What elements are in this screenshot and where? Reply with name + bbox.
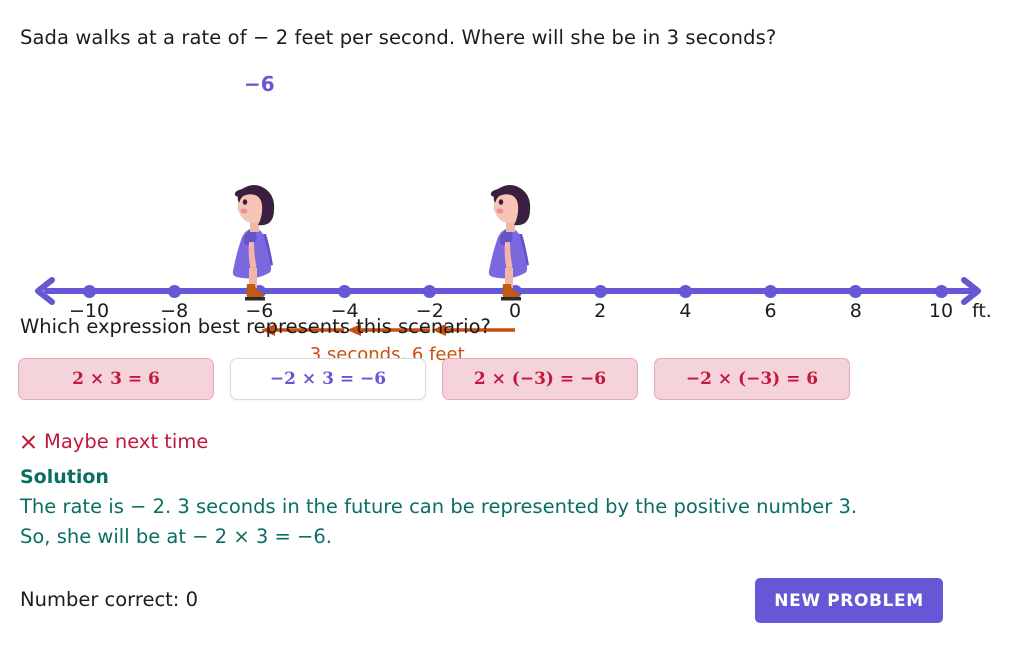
answer-choice-1[interactable]: 2 × 3 = 6: [18, 358, 214, 400]
feedback-text: Maybe next time: [44, 430, 209, 453]
tick-label: 6: [764, 300, 777, 322]
number-line-unit-label: ft.: [972, 300, 992, 322]
solution-line-2: So, she will be at − 2 × 3 = −6.: [20, 525, 332, 548]
tick-dot: [338, 284, 352, 298]
answer-choice-2[interactable]: −2 × 3 = −6: [230, 358, 426, 400]
solution-heading: Solution: [20, 466, 109, 488]
score-text: Number correct: 0: [20, 588, 198, 611]
problem-page: Sada walks at a rate of − 2 feet per sec…: [0, 0, 1032, 645]
answer-choices: 2 × 3 = 6 −2 × 3 = −6 2 × (−3) = −6 −2 × (−…: [18, 358, 850, 400]
number-line-figure: −10 −8 −6 −4 −2 0 2 4 6 8 10 ft. −6 3 se…: [0, 66, 1032, 365]
tick-dot: [934, 284, 948, 298]
girl-at-zero: [476, 176, 550, 311]
end-position-label: −6: [244, 72, 275, 96]
tick-label: 4: [679, 300, 692, 322]
feedback-message: Maybe next time: [20, 430, 208, 453]
sub-question: Which expression best represents this sc…: [20, 315, 491, 338]
girl-at-negative-six: [220, 176, 294, 311]
x-mark-icon: [20, 434, 36, 450]
answer-choice-4[interactable]: −2 × (−3) = 6: [654, 358, 850, 400]
tick-dot: [82, 284, 96, 298]
new-problem-button[interactable]: NEW PROBLEM: [755, 578, 943, 623]
tick-dot: [423, 284, 437, 298]
tick-dot: [764, 284, 778, 298]
left-arrowhead-icon: [32, 277, 58, 305]
tick-dot: [849, 284, 863, 298]
tick-label: 10: [928, 300, 954, 322]
tick-dot: [167, 284, 181, 298]
tick-label: 8: [849, 300, 862, 322]
problem-prompt: Sada walks at a rate of − 2 feet per sec…: [20, 26, 777, 49]
tick-dot: [593, 284, 607, 298]
solution-body: The rate is − 2. 3 seconds in the future…: [20, 492, 980, 552]
tick-dot: [678, 284, 692, 298]
tick-label: 2: [594, 300, 607, 322]
answer-choice-3[interactable]: 2 × (−3) = −6: [442, 358, 638, 400]
solution-line-1: The rate is − 2. 3 seconds in the future…: [20, 495, 858, 518]
